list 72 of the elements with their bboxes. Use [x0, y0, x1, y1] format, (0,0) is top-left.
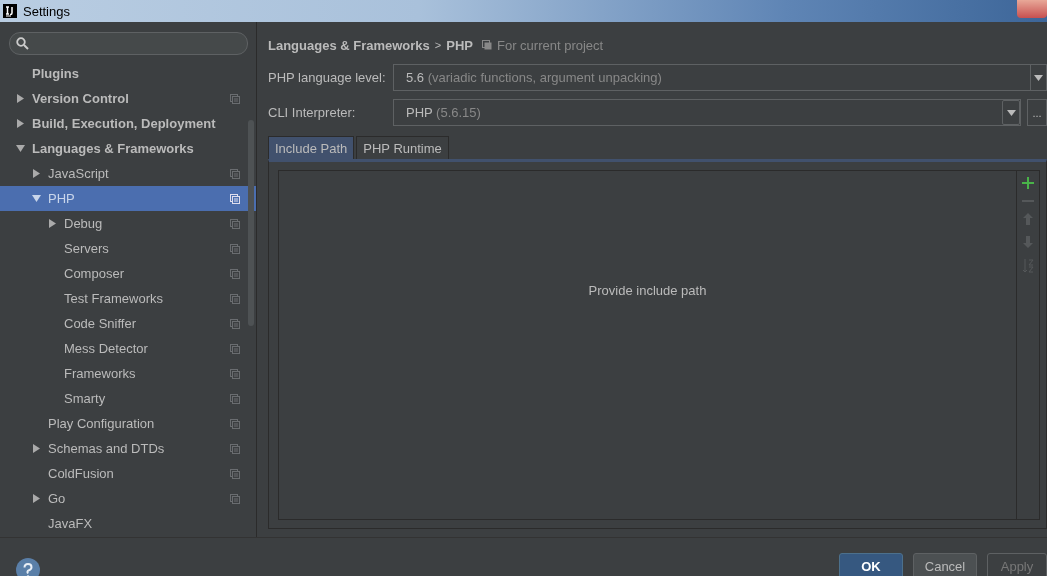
expand-arrow-icon[interactable] — [48, 219, 57, 228]
tree-item-label: Build, Execution, Deployment — [32, 116, 217, 131]
expand-arrow-icon[interactable] — [32, 494, 41, 503]
tree-item[interactable]: Frameworks — [0, 361, 256, 386]
tree-item[interactable]: JavaScript — [0, 161, 256, 186]
tree-item[interactable]: Test Frameworks — [0, 286, 256, 311]
dropdown[interactable]: 5.6 (variadic functions, argument unpacking) — [393, 64, 1047, 91]
window-title: Settings — [23, 3, 70, 19]
tree-item-label: Languages & Frameworks — [32, 141, 195, 156]
tab[interactable]: PHP Runtime — [356, 136, 449, 159]
collapse-arrow-icon[interactable] — [32, 194, 41, 203]
dropdown-arrow-icon — [1006, 109, 1016, 116]
tree-item[interactable]: Build, Execution, Deployment — [0, 111, 256, 136]
tree-item-label: Debug — [64, 216, 104, 231]
tree-item[interactable]: Code Sniffer — [0, 311, 256, 336]
tab[interactable]: Include Path — [268, 136, 355, 159]
tree-item[interactable]: PHP — [0, 186, 256, 211]
expand-arrow-icon[interactable] — [16, 94, 25, 103]
tree-item[interactable]: Debug — [0, 211, 256, 236]
tree-item-label: Servers — [64, 241, 110, 256]
dialog-button[interactable]: Cancel — [913, 553, 977, 576]
expand-arrow-icon[interactable] — [32, 169, 41, 178]
breadcrumb-separator: > — [434, 39, 442, 51]
search-field[interactable] — [9, 32, 248, 55]
tree-item[interactable]: JavaFX — [0, 511, 256, 536]
tree-item-label: JavaFX — [48, 516, 94, 531]
tree-item[interactable]: Mess Detector — [0, 336, 256, 361]
add-icon[interactable] — [1022, 177, 1034, 189]
browse-button[interactable]: ... — [1027, 99, 1047, 126]
tree-item[interactable]: Play Configuration — [0, 411, 256, 436]
tree-item[interactable]: Schemas and DTDs — [0, 436, 256, 461]
help-button[interactable] — [16, 558, 40, 576]
dialog-button[interactable]: OK — [839, 553, 903, 576]
tree-item-label: Schemas and DTDs — [48, 441, 166, 456]
scrollbar[interactable] — [248, 120, 254, 326]
help-icon — [16, 558, 40, 576]
tree-item[interactable]: Smarty — [0, 386, 256, 411]
tree-item[interactable]: Version Control — [0, 86, 256, 111]
tree-item-label: ColdFusion — [48, 466, 115, 481]
tree-item-label: JavaScript — [48, 166, 110, 181]
field-label: PHP language level: — [268, 70, 387, 85]
tree-item-label: Mess Detector — [64, 341, 149, 356]
tree-item-label: Code Sniffer — [64, 316, 138, 331]
tree-item[interactable]: Composer — [0, 261, 256, 286]
tree-item-label: PHP — [48, 191, 76, 206]
tree-item-label: Test Frameworks — [64, 291, 164, 306]
dropdown-arrow-icon — [1034, 74, 1043, 81]
tree-item-label: Play Configuration — [48, 416, 156, 431]
tree-item-label: Go — [48, 491, 67, 506]
expand-arrow-icon[interactable] — [32, 444, 41, 453]
breadcrumb-parent: Languages & Frameworks — [268, 37, 430, 53]
tree-item-label: Version Control — [32, 91, 130, 106]
dropdown[interactable]: PHP (5.6.15) — [393, 99, 1021, 126]
breadcrumb-current: PHP — [446, 37, 473, 53]
scope-label: For current project — [497, 37, 604, 53]
close-button[interactable] — [1017, 0, 1047, 18]
tree-item-label: Smarty — [64, 391, 107, 406]
tree-item[interactable]: ColdFusion — [0, 461, 256, 486]
field-label: CLI Interpreter: — [268, 105, 357, 120]
copy-icon — [482, 40, 492, 50]
tree-item-label: Composer — [64, 266, 125, 281]
expand-arrow-icon[interactable] — [16, 119, 25, 128]
tree-item-label: Plugins — [32, 66, 80, 81]
app-logo-icon — [3, 4, 17, 18]
search-icon — [16, 37, 29, 50]
empty-list-text: Provide include path — [588, 282, 707, 298]
tree-item[interactable]: Go — [0, 486, 256, 511]
tree-item[interactable]: Languages & Frameworks — [0, 136, 256, 161]
collapse-arrow-icon[interactable] — [16, 144, 25, 153]
tree-item[interactable]: Plugins — [0, 61, 256, 86]
tree-item-label: Frameworks — [64, 366, 137, 381]
tree-item[interactable]: Servers — [0, 236, 256, 261]
